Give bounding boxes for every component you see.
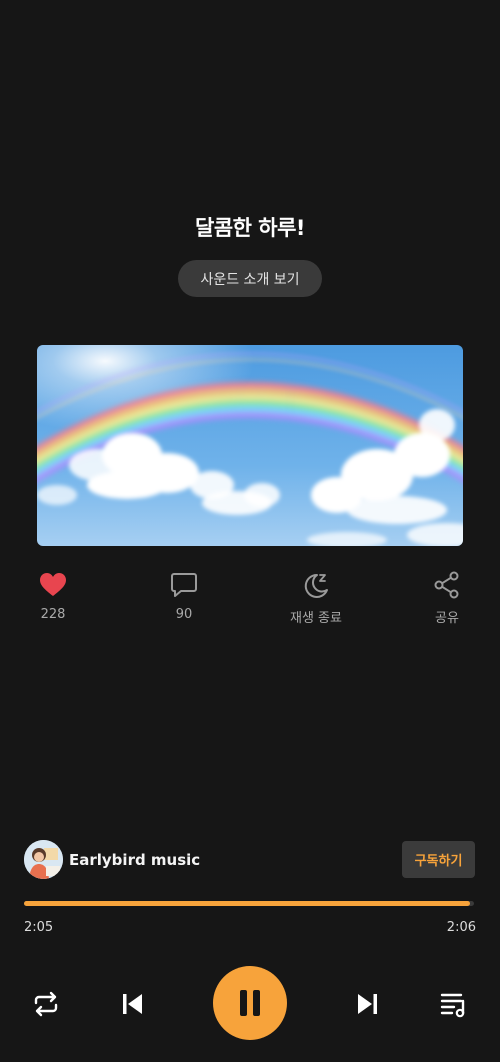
repeat-button[interactable] bbox=[28, 986, 64, 1022]
track-title: 달콤한 하루! bbox=[195, 216, 306, 240]
total-time: 2:06 bbox=[446, 920, 476, 935]
share-label: 공유 bbox=[435, 611, 459, 626]
current-time: 2:05 bbox=[24, 920, 54, 935]
sound-intro-button[interactable]: 사운드 소개 보기 bbox=[178, 260, 322, 297]
skip-previous-icon bbox=[123, 994, 142, 1014]
playlist-icon bbox=[440, 993, 465, 1018]
artist-info[interactable]: Earlybird music bbox=[24, 840, 200, 879]
heart-icon bbox=[40, 573, 66, 596]
share-button[interactable]: 공유 bbox=[397, 570, 497, 626]
previous-button[interactable] bbox=[114, 986, 150, 1022]
next-button[interactable] bbox=[350, 986, 386, 1022]
skip-next-icon bbox=[358, 994, 377, 1014]
sleep-timer-label: 재생 종료 bbox=[290, 611, 342, 626]
action-bar: 228 90 재생 종료 공유 bbox=[0, 570, 500, 630]
avatar bbox=[24, 840, 63, 879]
progress-fill bbox=[24, 901, 471, 906]
subscribe-button[interactable]: 구독하기 bbox=[402, 841, 475, 878]
like-count: 228 bbox=[40, 607, 66, 622]
share-icon bbox=[434, 571, 459, 599]
repeat-icon bbox=[34, 991, 58, 1017]
comment-count: 90 bbox=[175, 607, 193, 622]
rainbow-sky-image bbox=[37, 345, 463, 546]
like-button[interactable]: 228 bbox=[3, 570, 103, 622]
artist-name: Earlybird music bbox=[69, 850, 201, 869]
sleep-timer-button[interactable]: 재생 종료 bbox=[266, 570, 366, 626]
playlist-button[interactable] bbox=[436, 986, 472, 1022]
speech-bubble-icon bbox=[171, 573, 197, 597]
pause-icon bbox=[240, 990, 260, 1016]
pause-button[interactable] bbox=[213, 966, 287, 1040]
progress-bar[interactable] bbox=[24, 901, 474, 906]
moon-icon bbox=[304, 573, 328, 598]
cover-art bbox=[37, 345, 463, 546]
comment-button[interactable]: 90 bbox=[134, 570, 234, 622]
artist-avatar-image bbox=[24, 840, 63, 879]
